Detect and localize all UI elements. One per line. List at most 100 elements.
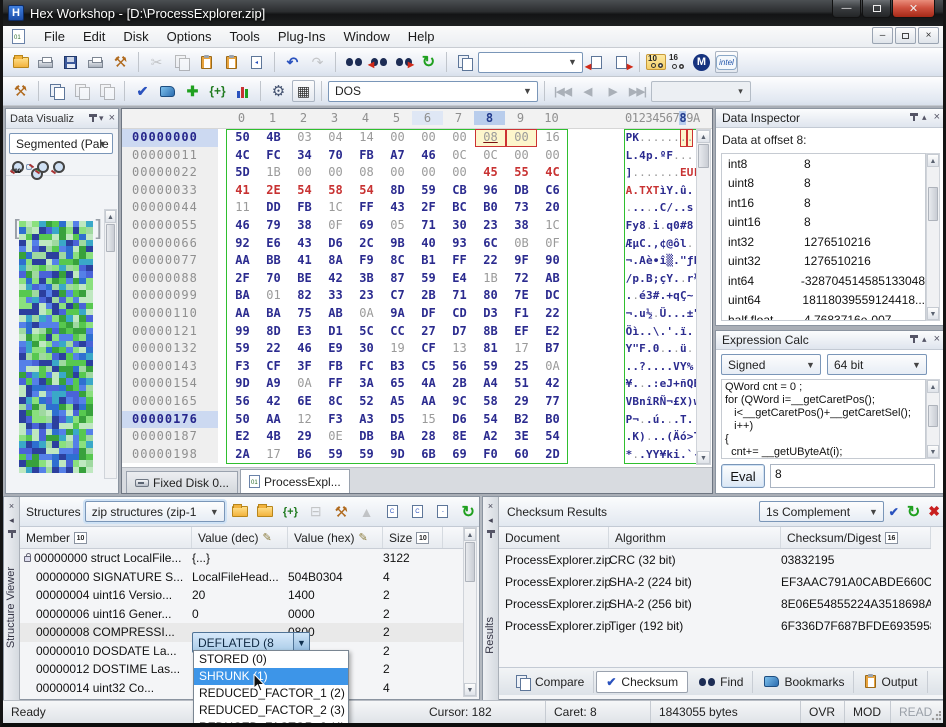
ascii-char[interactable]: ? [639, 358, 646, 376]
hex-byte[interactable]: 2C [351, 235, 382, 253]
ascii-char[interactable]: . [632, 164, 639, 182]
inspector-row[interactable]: uint88 [722, 174, 925, 194]
hex-byte[interactable]: F0 [475, 446, 506, 464]
hex-byte[interactable]: 8A [320, 252, 351, 270]
hex-byte[interactable]: 42 [537, 375, 568, 393]
hex-byte[interactable]: 70 [320, 147, 351, 165]
hex-col-header-5[interactable]: 5 [381, 111, 412, 125]
options-gear-button[interactable]: ⚙ [267, 80, 290, 102]
ascii-char[interactable]: Ñ [660, 393, 667, 411]
ascii-char[interactable]: 4 [639, 147, 646, 165]
ascii-char[interactable]: . [632, 375, 639, 393]
ascii-char[interactable]: . [673, 340, 680, 358]
structure-row[interactable]: 00000006 uint16 Gener...000002 [20, 605, 463, 624]
ascii-char[interactable]: P [626, 129, 633, 147]
hex-byte[interactable]: BC [444, 199, 475, 217]
hex-byte[interactable]: 59 [413, 270, 444, 288]
hex-byte[interactable]: 0B [506, 235, 537, 253]
hex-byte[interactable]: AA [258, 411, 289, 429]
ascii-char[interactable]: F [626, 217, 633, 235]
menu-options[interactable]: Options [158, 27, 221, 46]
results-tab-find[interactable]: Find [690, 671, 753, 693]
hex-byte[interactable]: 59 [227, 340, 258, 358]
hex-row[interactable]: 00000132592246E93019CF138117B7Y"F.0...ü.… [122, 340, 696, 358]
hex-col-header-0[interactable]: 0 [226, 111, 257, 125]
hex-row[interactable]: 0000004411DDFB1CFF432FBCB07320.....C/..s [122, 199, 696, 217]
import-button[interactable]: ◂ [245, 51, 268, 73]
goto-back-button[interactable]: ◀ [585, 51, 608, 73]
menu-plug-ins[interactable]: Plug-Ins [269, 27, 335, 46]
hex-byte[interactable]: B2 [506, 411, 537, 429]
hex-byte[interactable]: 59 [475, 358, 506, 376]
hex-row[interactable]: 00000000504B030414000000080016PK........… [122, 129, 696, 147]
ascii-char[interactable]: T [639, 182, 646, 200]
ascii-char[interactable]: . [680, 305, 687, 323]
hex-col-header-8[interactable]: 8 [474, 111, 505, 125]
scroll-up-icon[interactable]: ▲ [927, 154, 939, 167]
ascii-char[interactable]: . [660, 411, 667, 429]
hex-row[interactable]: 0000016556426E8C52A5AA9C582977VBnîRÑ¬£X)… [122, 393, 696, 411]
hex-byte[interactable]: 54 [289, 182, 320, 200]
hex-byte[interactable]: B1 [413, 252, 444, 270]
bookmark-combobox[interactable]: ▾ [651, 81, 751, 102]
goto-combobox[interactable]: ▼ [478, 52, 583, 73]
hex-byte[interactable]: 05 [382, 217, 413, 235]
hex-byte[interactable]: 42 [258, 393, 289, 411]
hex-byte[interactable]: 96 [475, 182, 506, 200]
hex-byte[interactable]: 2B [413, 287, 444, 305]
hex-byte[interactable]: B0 [475, 199, 506, 217]
collapse-icon[interactable]: ▴ [922, 334, 927, 345]
menu-file[interactable]: File [35, 27, 74, 46]
ascii-char[interactable]: . [673, 252, 680, 270]
hex-byte[interactable]: 73 [506, 199, 537, 217]
hex-byte[interactable]: 23 [351, 287, 382, 305]
statistics-button[interactable] [231, 80, 254, 102]
zoom-in-button[interactable]: + [35, 160, 48, 173]
ascii-char[interactable]: # [653, 287, 660, 305]
hex-byte[interactable]: 77 [537, 393, 568, 411]
hex-byte[interactable]: 8C [382, 252, 413, 270]
hex-byte[interactable]: 54 [475, 411, 506, 429]
ascii-char[interactable]: Ü [660, 305, 667, 323]
structure-row[interactable]: 00000000 struct LocalFile...{...}3122 [20, 549, 463, 568]
ascii-char[interactable]: ½ [646, 305, 653, 323]
ascii-char[interactable]: ] [626, 164, 633, 182]
hex-byte[interactable]: A4 [475, 375, 506, 393]
hex-byte[interactable]: 00 [320, 164, 351, 182]
ascii-char[interactable]: . [673, 199, 680, 217]
ascii-char[interactable]: . [653, 428, 660, 446]
hex-byte[interactable]: 22 [537, 305, 568, 323]
hex-byte[interactable]: 8B [475, 323, 506, 341]
combo-arrow-icon[interactable]: ▼ [95, 136, 110, 151]
ascii-char[interactable]: p [646, 147, 653, 165]
save-button[interactable] [59, 51, 82, 73]
bits-combobox[interactable]: 64 bit▼ [827, 354, 927, 375]
expression-code-editor[interactable]: QWord cnt = 0 ; for (QWord i=__getCaretP… [721, 379, 926, 459]
member-column-header[interactable]: Member10 [20, 527, 192, 548]
copy-special-button[interactable] [453, 51, 476, 73]
dropdown-item[interactable]: SHRUNK (1) [194, 668, 348, 685]
ascii-char[interactable]: ƒ [687, 252, 694, 270]
hex-byte[interactable]: 08 [475, 129, 506, 147]
hex-byte[interactable]: 25 [506, 358, 537, 376]
hex-byte[interactable]: 1B [475, 270, 506, 288]
ascii-char[interactable]: ì [632, 323, 639, 341]
ascii-char[interactable]: î [646, 393, 653, 411]
ascii-char[interactable]: 3 [646, 287, 653, 305]
bookmark-add-button[interactable] [156, 80, 179, 102]
hex-byte[interactable]: 4C [227, 147, 258, 165]
ascii-char[interactable]: . [673, 182, 680, 200]
child-minimize-button[interactable]: – [872, 27, 893, 44]
hex-byte[interactable]: 00 [382, 164, 413, 182]
ascii-char[interactable]: . [639, 446, 646, 464]
hex-byte[interactable]: 2B [444, 375, 475, 393]
close-icon[interactable]: × [934, 111, 940, 123]
ascii-char[interactable]: . [632, 446, 639, 464]
ascii-char[interactable]: . [673, 129, 680, 147]
remove-structure-button[interactable]: - [432, 501, 453, 523]
ascii-char[interactable]: . [687, 411, 694, 429]
resize-grip[interactable] [931, 711, 941, 721]
find-next-button[interactable]: ▶ [392, 51, 415, 73]
results-tab-output[interactable]: Output [856, 671, 927, 693]
visualizer-mode-combobox[interactable]: Segmented (Pale▼ [9, 133, 113, 154]
